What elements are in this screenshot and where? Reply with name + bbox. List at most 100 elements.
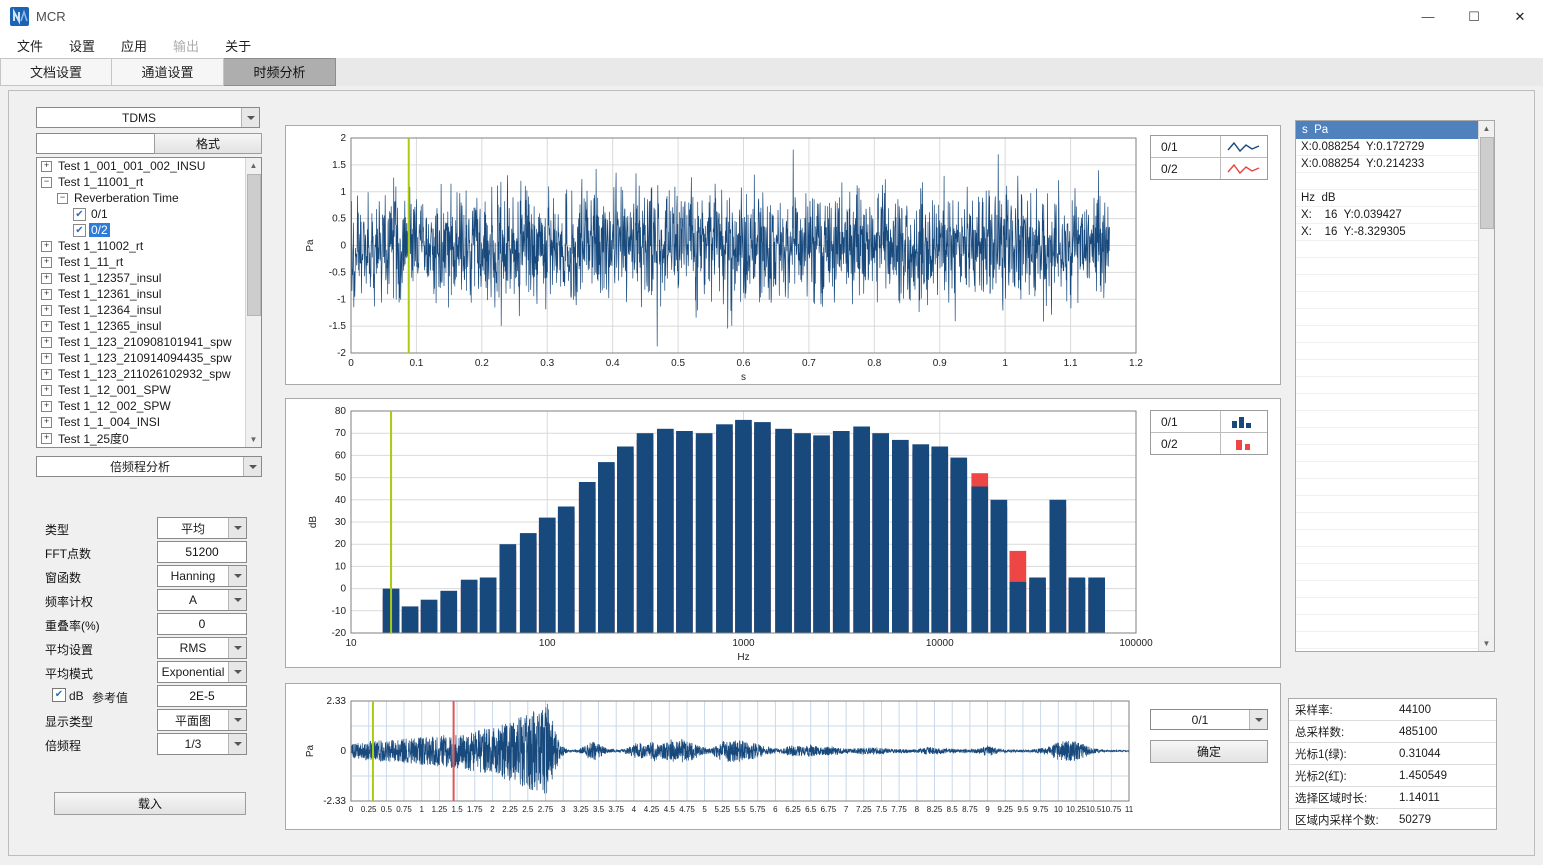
collapse-minus-icon[interactable]: − (57, 193, 68, 204)
menu-item-3[interactable]: 输出 (160, 36, 212, 55)
chevron-down-icon[interactable] (228, 566, 246, 586)
svg-text:0.5: 0.5 (332, 214, 346, 225)
filter-input[interactable] (36, 133, 155, 154)
tree-scrollbar[interactable]: ▲ ▼ (245, 158, 261, 447)
form-input-1[interactable] (157, 541, 247, 563)
form-input-7[interactable] (157, 685, 247, 707)
svg-text:9.25: 9.25 (997, 805, 1013, 814)
form-select-8[interactable]: 平面图 (157, 709, 247, 731)
chevron-down-icon[interactable] (228, 662, 246, 682)
tree-item-16[interactable]: +Test 1_1_004_INSI (37, 414, 261, 430)
tree-item-5[interactable]: +Test 1_11002_rt (37, 238, 261, 254)
legend-label: 0/1 (1151, 411, 1221, 432)
load-button[interactable]: 载入 (54, 792, 246, 815)
overview-waveform-chart[interactable]: 00.250.50.7511.251.51.7522.252.52.7533.2… (286, 684, 1280, 829)
octave-spectrum-chart[interactable]: 1010010001000010000080706050403020100-10… (286, 399, 1280, 667)
expand-plus-icon[interactable]: + (41, 257, 52, 268)
form-select-3[interactable]: A (157, 589, 247, 611)
expand-plus-icon[interactable]: + (41, 321, 52, 332)
tree-item-3[interactable]: ✔0/1 (37, 206, 261, 222)
readout-row-empty (1296, 479, 1479, 496)
svg-text:10000: 10000 (926, 638, 954, 649)
tree-item-4[interactable]: ✔0/2 (37, 222, 261, 238)
chevron-down-icon[interactable] (241, 108, 259, 127)
expand-plus-icon[interactable]: + (41, 241, 52, 252)
time-waveform-chart[interactable]: 00.10.20.30.40.50.60.70.80.911.11.221.51… (286, 126, 1280, 384)
expand-plus-icon[interactable]: + (41, 353, 52, 364)
form-select-0[interactable]: 平均 (157, 517, 247, 539)
tab-0[interactable]: 文档设置 (0, 58, 112, 86)
tree-item-2[interactable]: −Reverberation Time (37, 190, 261, 206)
form-select-9[interactable]: 1/3 (157, 733, 247, 755)
tab-2[interactable]: 时频分析 (224, 58, 336, 86)
tree-item-15[interactable]: +Test 1_12_002_SPW (37, 398, 261, 414)
readout-scrollbar[interactable]: ▲ ▼ (1478, 121, 1494, 651)
sampling-info-table: 采样率:44100总采样数:485100光标1(绿):0.31044光标2(红)… (1288, 698, 1497, 830)
channel-checkbox[interactable]: ✔ (73, 224, 86, 237)
file-format-select[interactable]: TDMS (36, 107, 260, 128)
maximize-button[interactable]: ☐ (1451, 0, 1497, 33)
menu-item-0[interactable]: 文件 (4, 36, 56, 55)
scroll-up-icon[interactable]: ▲ (246, 158, 261, 173)
chevron-down-icon[interactable] (243, 457, 261, 476)
expand-plus-icon[interactable]: + (41, 161, 52, 172)
format-button[interactable]: 格式 (154, 133, 262, 154)
svg-text:4.5: 4.5 (664, 805, 676, 814)
tree-item-8[interactable]: +Test 1_12361_insul (37, 286, 261, 302)
expand-plus-icon[interactable]: + (41, 289, 52, 300)
tree-item-11[interactable]: +Test 1_123_210908101941_spw (37, 334, 261, 350)
menu-item-1[interactable]: 设置 (56, 36, 108, 55)
channel-checkbox[interactable]: ✔ (73, 208, 86, 221)
analysis-type-select[interactable]: 倍频程分析 (36, 456, 262, 477)
chevron-down-icon[interactable] (228, 590, 246, 610)
chevron-down-icon[interactable] (1249, 710, 1267, 729)
menu-item-2[interactable]: 应用 (108, 36, 160, 55)
db-checkbox[interactable]: ✔ (52, 688, 66, 702)
minimize-button[interactable]: — (1405, 0, 1451, 33)
collapse-minus-icon[interactable]: − (41, 177, 52, 188)
close-button[interactable]: ✕ (1497, 0, 1543, 33)
expand-plus-icon[interactable]: + (41, 433, 52, 444)
legend-item-0-1: 0/1 (1151, 136, 1267, 158)
menu-item-4[interactable]: 关于 (212, 36, 264, 55)
form-select-5[interactable]: RMS (157, 637, 247, 659)
form-select-2[interactable]: Hanning (157, 565, 247, 587)
expand-plus-icon[interactable]: + (41, 385, 52, 396)
scroll-down-icon[interactable]: ▼ (1479, 636, 1494, 651)
expand-plus-icon[interactable]: + (41, 417, 52, 428)
chevron-down-icon[interactable] (228, 710, 246, 730)
svg-text:-0.5: -0.5 (329, 267, 347, 278)
tree-item-17[interactable]: +Test 1_25度0 (37, 430, 261, 446)
tree-item-10[interactable]: +Test 1_12365_insul (37, 318, 261, 334)
tree-item-13[interactable]: +Test 1_123_211026102932_spw (37, 366, 261, 382)
scroll-up-icon[interactable]: ▲ (1479, 121, 1494, 136)
form-input-4[interactable] (157, 613, 247, 635)
readout-row-empty (1296, 581, 1479, 598)
expand-plus-icon[interactable]: + (41, 337, 52, 348)
chevron-down-icon[interactable] (228, 638, 246, 658)
tree-item-7[interactable]: +Test 1_12357_insul (37, 270, 261, 286)
expand-plus-icon[interactable]: + (41, 401, 52, 412)
form-row-3: 频率计权A (36, 588, 262, 612)
chevron-down-icon[interactable] (228, 734, 246, 754)
expand-plus-icon[interactable]: + (41, 305, 52, 316)
tree-item-6[interactable]: +Test 1_11_rt (37, 254, 261, 270)
tree-item-9[interactable]: +Test 1_12364_insul (37, 302, 261, 318)
readout-scrollbar-thumb[interactable] (1480, 137, 1494, 229)
expand-plus-icon[interactable]: + (41, 273, 52, 284)
expand-plus-icon[interactable]: + (41, 369, 52, 380)
scroll-down-icon[interactable]: ▼ (246, 432, 261, 447)
tree-item-0[interactable]: +Test 1_001_001_002_INSU (37, 158, 261, 174)
confirm-button[interactable]: 确定 (1150, 740, 1268, 763)
form-select-6[interactable]: Exponential (157, 661, 247, 683)
tab-1[interactable]: 通道设置 (112, 58, 224, 86)
tree-item-12[interactable]: +Test 1_123_210914094435_spw (37, 350, 261, 366)
channel-select[interactable]: 0/1 (1150, 709, 1268, 730)
tree-item-1[interactable]: −Test 1_11001_rt (37, 174, 261, 190)
tree-scrollbar-thumb[interactable] (247, 174, 261, 316)
form-row-7: ✔dB参考值 (36, 684, 262, 708)
readout-row: X: 16 Y:-8.329305 (1296, 224, 1479, 241)
info-value: 1.450549 (1399, 770, 1496, 782)
chevron-down-icon[interactable] (228, 518, 246, 538)
tree-item-14[interactable]: +Test 1_12_001_SPW (37, 382, 261, 398)
